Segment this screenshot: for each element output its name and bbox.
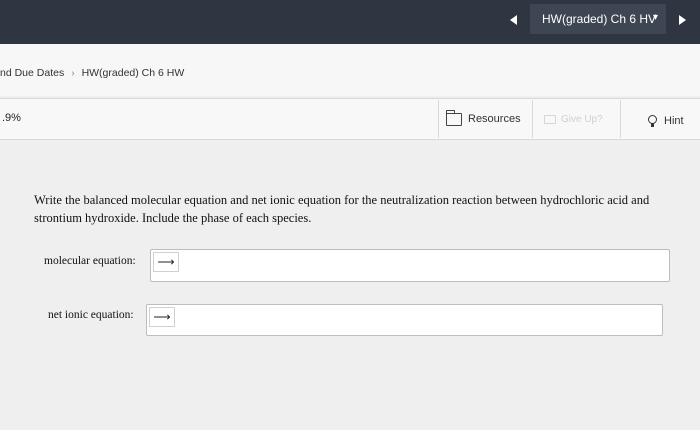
net-ionic-equation-input[interactable]: ⟶ [146, 304, 663, 336]
net-ionic-equation-label: net ionic equation: [48, 309, 134, 321]
breadcrumb-current: HW(graded) Ch 6 HW [81, 67, 185, 79]
chevron-down-icon: ▾ [652, 12, 658, 23]
toolbar-divider [438, 100, 439, 138]
molecular-equation-input[interactable]: ⟶ [150, 249, 670, 282]
folder-icon [446, 109, 462, 126]
flag-icon [544, 114, 556, 124]
previous-assignment-button[interactable] [497, 6, 529, 34]
give-up-label: Give Up? [561, 113, 603, 125]
lightbulb-icon [648, 115, 657, 127]
breadcrumb: nd Due Dates › HW(graded) Ch 6 HW [0, 67, 184, 79]
question-prompt: Write the balanced molecular equation an… [34, 193, 650, 225]
hint-button[interactable]: Hint [648, 112, 684, 130]
molecular-equation-label: molecular equation: [44, 255, 136, 267]
chevron-right-icon: › [71, 67, 75, 79]
assignment-select-label: HW(graded) Ch 6 HV [542, 12, 657, 26]
resources-label: Resources [468, 113, 521, 125]
assignment-select[interactable]: HW(graded) Ch 6 HV ▾ [530, 4, 666, 34]
toolbar-divider [532, 100, 533, 138]
toolbar-divider [620, 100, 621, 138]
breadcrumb-parent-link[interactable]: nd Due Dates [0, 67, 64, 79]
resources-button[interactable]: Resources [446, 108, 521, 130]
reaction-arrow: ⟶ [153, 252, 179, 272]
score-percentage: .9% [2, 112, 21, 124]
reaction-arrow: ⟶ [149, 307, 175, 327]
next-assignment-button[interactable] [668, 6, 696, 34]
hint-label: Hint [664, 115, 684, 127]
give-up-button[interactable]: Give Up? [544, 108, 603, 130]
